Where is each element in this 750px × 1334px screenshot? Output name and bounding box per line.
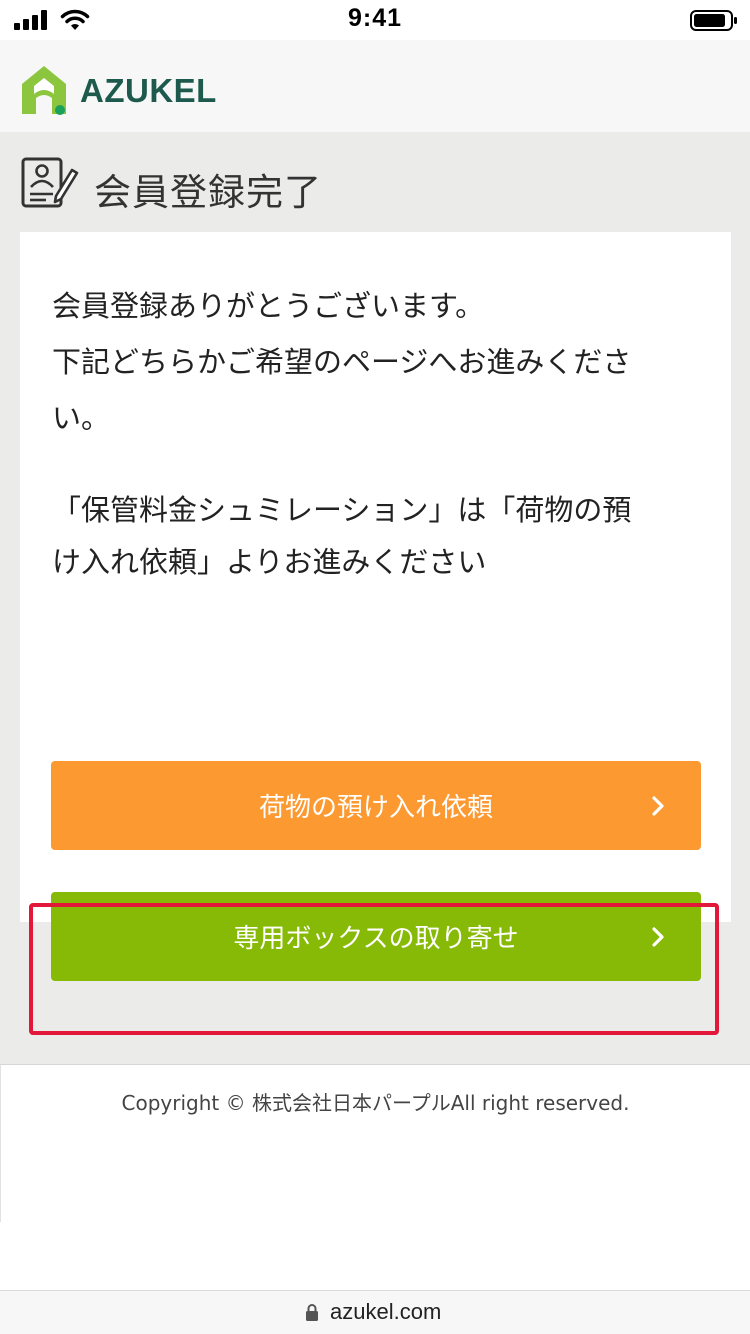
site-header: AZUKEL <box>0 40 750 132</box>
browser-url-bar[interactable]: azukel.com <box>0 1290 750 1334</box>
deposit-request-label: 荷物の預け入れ依頼 <box>258 793 493 823</box>
footer: Copyright © 株式会社日本パープルAll right reserved… <box>0 1064 750 1222</box>
logo-text[interactable]: AZUKEL <box>80 72 217 110</box>
chevron-right-icon <box>652 796 664 816</box>
message-line: い。 <box>52 401 111 435</box>
copyright-text: Copyright © 株式会社日本パープルAll right reserved… <box>121 1091 630 1115</box>
message-line: 会員登録ありがとうございます。 <box>52 289 485 323</box>
order-box-label: 専用ボックスの取り寄せ <box>233 924 519 954</box>
message-line: 下記どちらかご希望のページへお進みくださ <box>52 345 632 379</box>
deposit-request-button[interactable]: 荷物の預け入れ依頼 <box>51 761 701 850</box>
house-logo-icon[interactable] <box>20 64 68 116</box>
page-title: 会員登録完了 <box>94 171 322 214</box>
main-content: 会員登録完了 会員登録ありがとうございます。 下記どちらかご希望のページへお進み… <box>0 132 750 1064</box>
message-text: 会員登録ありがとうございます。 下記どちらかご希望のページへお進みくださ い。 … <box>52 278 702 588</box>
chevron-right-icon <box>652 927 664 947</box>
battery-icon <box>690 10 737 31</box>
content-card: 会員登録ありがとうございます。 下記どちらかご希望のページへお進みくださ い。 … <box>20 232 731 981</box>
note-line: け入れ依頼」よりお進みください <box>52 545 487 579</box>
registration-form-icon <box>21 157 79 208</box>
note-line: 「保管料金シュミレーション」は「荷物の預 <box>52 493 632 527</box>
order-box-button[interactable]: 専用ボックスの取り寄せ <box>51 892 701 981</box>
lock-icon <box>306 1304 318 1321</box>
status-bar: 9:41 <box>0 0 750 40</box>
url-text: azukel.com <box>330 1299 442 1324</box>
status-time: 9:41 <box>347 4 403 32</box>
